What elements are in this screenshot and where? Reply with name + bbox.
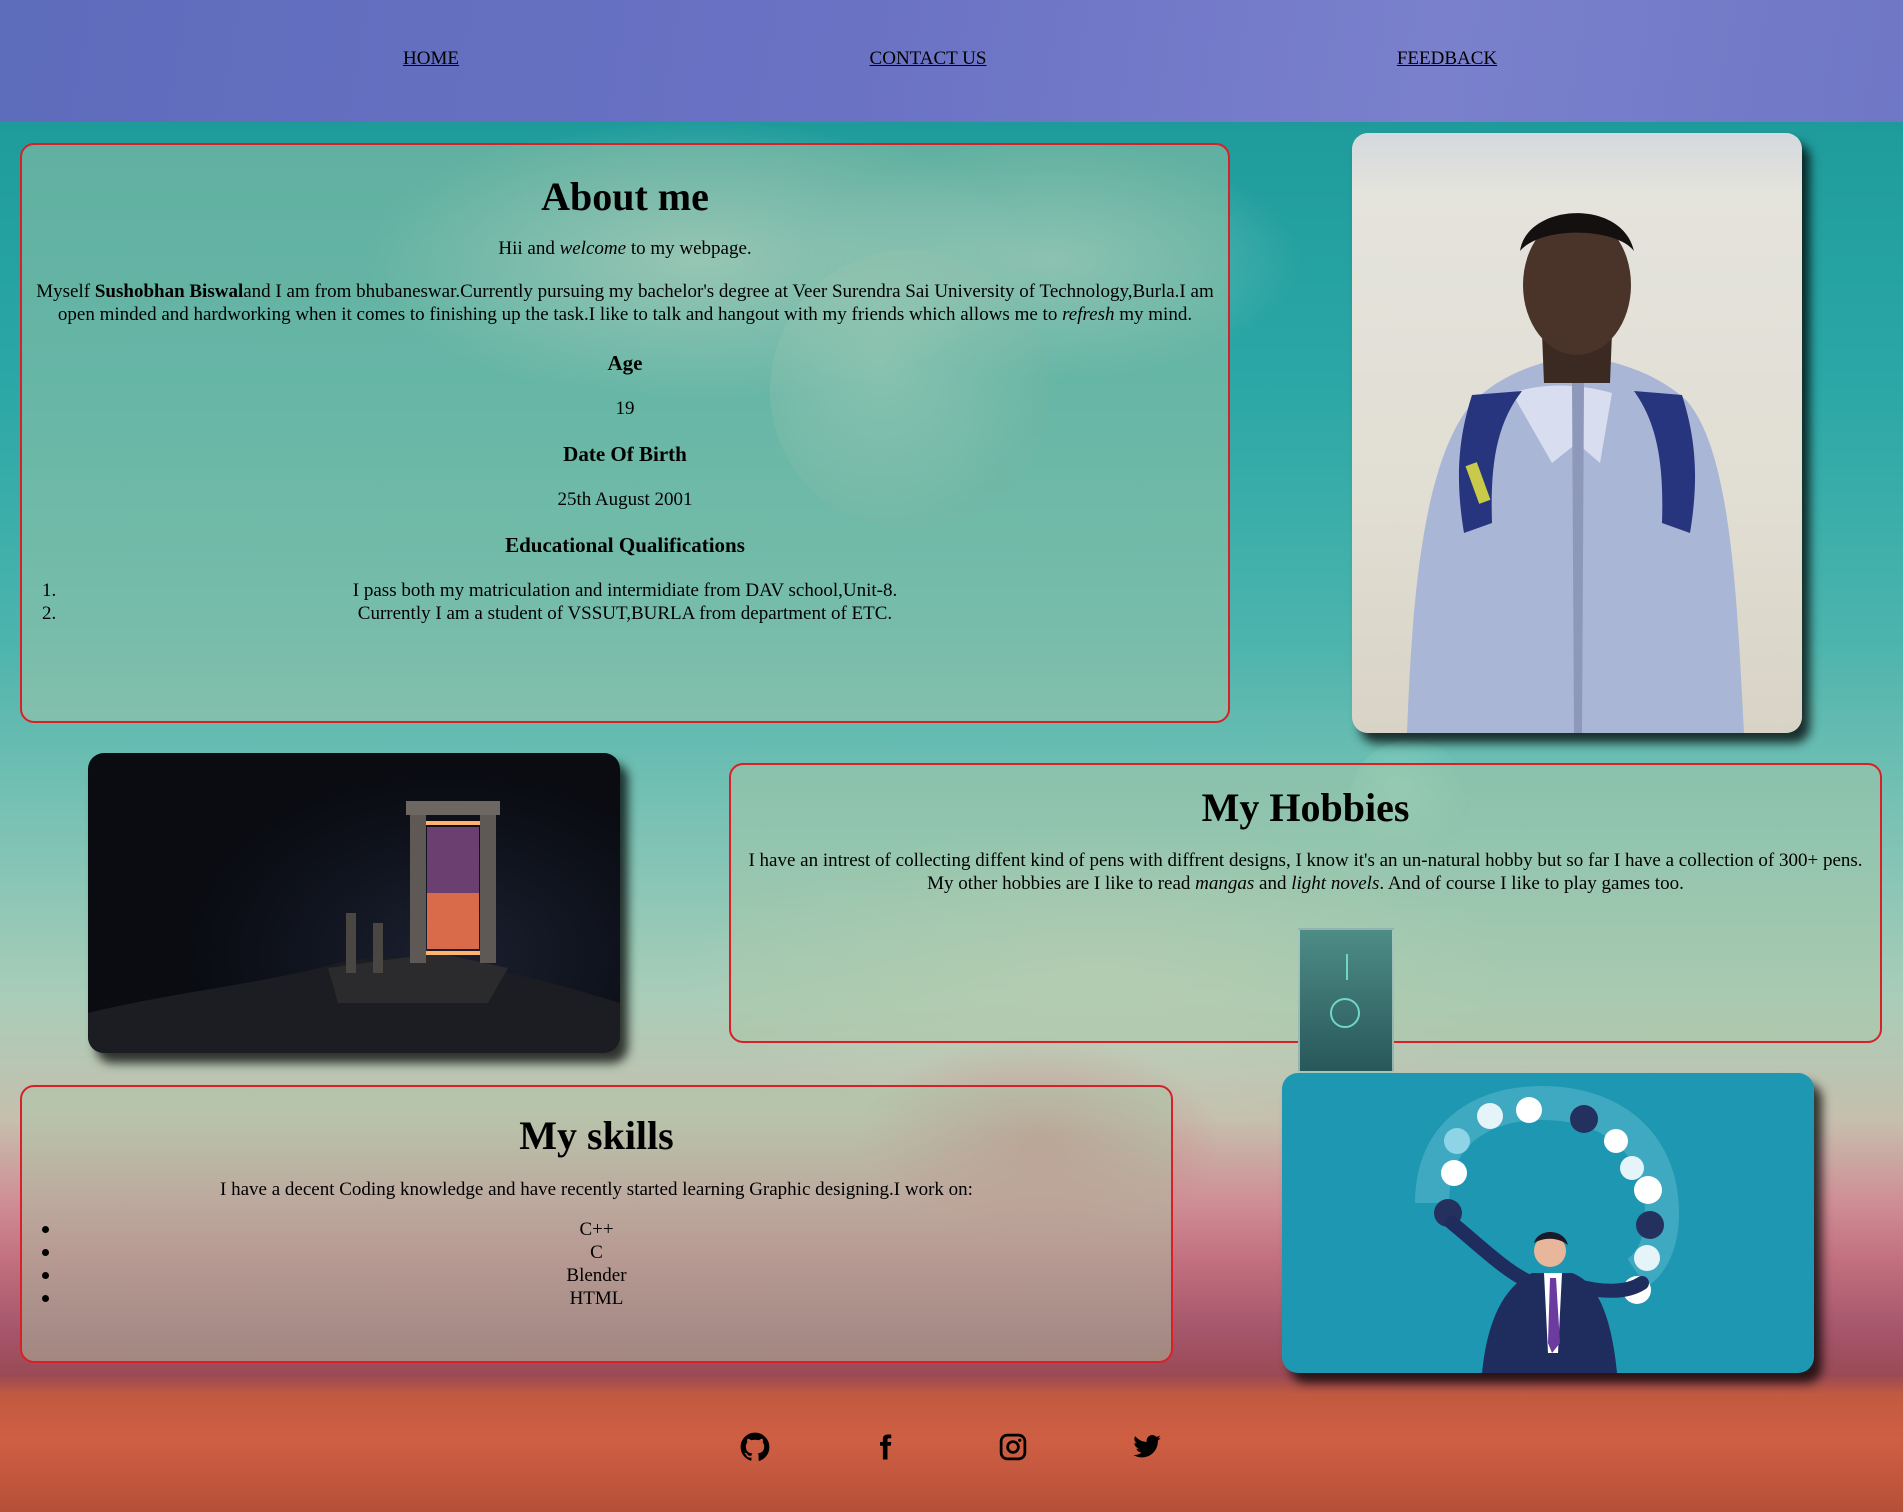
instagram-icon[interactable] bbox=[998, 1432, 1028, 1462]
skill-item: C++ bbox=[22, 1218, 1171, 1241]
education-item: 2. Currently I am a student of VSSUT,BURL… bbox=[42, 603, 893, 624]
skills-card: My skills I have a decent Coding knowled… bbox=[20, 1085, 1173, 1363]
hobbies-text: I have an intrest of collecting diffent … bbox=[748, 850, 1863, 894]
portal-illustration bbox=[88, 801, 620, 1053]
about-me-card: About me Hii and welcome to my webpage. … bbox=[20, 143, 1230, 723]
intro-paragraph: Myself Sushobhan Biswaland I am from bhu… bbox=[36, 281, 1214, 325]
about-me-title: About me bbox=[541, 174, 709, 219]
age-heading: Age bbox=[607, 351, 643, 375]
dob-value: 25th August 2001 bbox=[557, 489, 693, 510]
skills-title: My skills bbox=[519, 1113, 674, 1158]
portal-artwork-image bbox=[88, 753, 620, 1053]
skill-item: Blender bbox=[22, 1264, 1171, 1287]
github-icon[interactable] bbox=[740, 1432, 770, 1462]
nav-contact-us-link[interactable]: CONTACT US bbox=[870, 48, 987, 70]
skills-list: C++ C Blender HTML bbox=[22, 1218, 1171, 1310]
education-heading: Educational Qualifications bbox=[505, 533, 745, 557]
profile-photo bbox=[1352, 133, 1802, 733]
education-list: 1. I pass both my matriculation and inter… bbox=[22, 579, 1228, 625]
top-navigation-bar: HOME CONTACT US FEEDBACK bbox=[0, 0, 1903, 122]
twitter-icon[interactable] bbox=[1132, 1432, 1162, 1462]
education-item: 1. I pass both my matriculation and inter… bbox=[42, 580, 898, 601]
background-monolith bbox=[1298, 928, 1394, 1073]
age-value: 19 bbox=[615, 398, 635, 419]
nav-feedback-link[interactable]: FEEDBACK bbox=[1397, 48, 1497, 70]
person-silhouette bbox=[1407, 213, 1744, 733]
name-text: Sushobhan Biswal bbox=[94, 281, 244, 302]
nav-home-link[interactable]: HOME bbox=[403, 48, 459, 70]
skills-intro: I have a decent Coding knowledge and hav… bbox=[220, 1179, 973, 1200]
skill-item: C bbox=[22, 1241, 1171, 1264]
dob-heading: Date Of Birth bbox=[563, 442, 687, 466]
hobbies-title: My Hobbies bbox=[1201, 785, 1410, 830]
greeting-text: Hii and welcome to my webpage. bbox=[498, 238, 752, 259]
skill-item: HTML bbox=[22, 1287, 1171, 1310]
juggling-businessman-illustration bbox=[1282, 1073, 1814, 1373]
facebook-icon[interactable] bbox=[870, 1432, 900, 1462]
skills-icons-graphic bbox=[1415, 1085, 1680, 1373]
